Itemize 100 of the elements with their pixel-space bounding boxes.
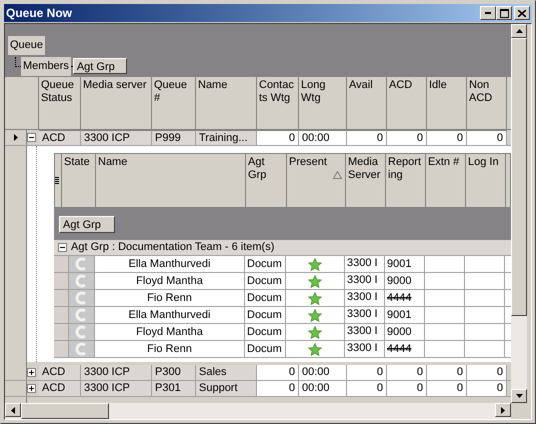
table-cell: 0 [467, 130, 507, 145]
minimize-button[interactable] [480, 6, 496, 20]
scroll-down-button[interactable] [511, 389, 527, 403]
up-arrow-icon [516, 29, 522, 33]
table-cell: 00:00 [299, 365, 347, 380]
close-button[interactable] [514, 6, 530, 20]
table-cell: 4444 [385, 290, 425, 306]
current-row-icon [14, 134, 18, 141]
column-header[interactable]: Queue Status [39, 77, 81, 129]
table-cell: 9001 [385, 256, 425, 272]
drag-handle-icon[interactable] [55, 177, 59, 184]
table-cell: 0 [387, 381, 427, 396]
table-cell: 3300 I [345, 324, 385, 340]
table-cell: 9001 [385, 307, 425, 323]
band-tree-label[interactable]: Members [21, 57, 71, 76]
table-cell: 00:00 [299, 381, 347, 396]
window-title: Queue Now [6, 5, 74, 22]
minimize-icon [485, 12, 491, 14]
table-cell: P301 [152, 381, 196, 396]
column-header[interactable]: Long Wtg [299, 77, 347, 129]
band-button[interactable]: Agt Grp [72, 58, 127, 74]
table-cell: 0 [347, 130, 387, 145]
band-tree-label[interactable]: Queue [8, 36, 46, 54]
table-cell: 0 [347, 381, 387, 396]
column-header[interactable]: State [62, 154, 96, 207]
table-cell: 3300 ICP [81, 365, 152, 380]
table-cell: 0 [257, 130, 299, 145]
agent-state-icon [74, 342, 88, 356]
table-cell: 00:00 [299, 130, 347, 145]
agent-state-icon [74, 257, 88, 271]
table-cell: 0 [467, 381, 507, 396]
agent-state-icon [74, 274, 88, 288]
table-cell: ACD [39, 381, 81, 396]
table-cell: Docum [245, 290, 286, 306]
scroll-right-button[interactable] [495, 403, 511, 417]
table-cell: 3300 I [345, 290, 385, 306]
maximize-button[interactable] [496, 6, 512, 20]
band-button[interactable]: Agt Grp [59, 216, 115, 232]
table-cell: 0 [387, 130, 427, 145]
table-cell: P999 [152, 130, 196, 145]
horizontal-scrollbar[interactable] [5, 403, 511, 419]
column-header[interactable]: Agt Grp [246, 154, 287, 207]
vertical-scrollbar[interactable] [511, 24, 527, 403]
scroll-left-button[interactable] [5, 403, 21, 417]
table-cell: 3300 I [345, 307, 385, 323]
column-header[interactable]: Media Server [346, 154, 386, 207]
table-cell: 0 [387, 365, 427, 380]
expand-icon[interactable] [27, 368, 36, 377]
table-cell: Docum [245, 341, 286, 357]
table-cell: 0 [467, 365, 507, 380]
column-header[interactable]: Idle [427, 77, 467, 129]
table-cell: 0 [427, 381, 467, 396]
table-cell: 0 [257, 381, 299, 396]
column-header[interactable]: ACD [387, 77, 427, 129]
table-cell: Docum [245, 307, 286, 323]
agent-state-icon [74, 308, 88, 322]
table-cell: P300 [152, 365, 196, 380]
table-cell: 0 [257, 365, 299, 380]
column-header[interactable]: Present [287, 154, 346, 207]
column-header[interactable]: Name [96, 154, 246, 207]
table-cell: 0 [347, 365, 387, 380]
table-cell: 3300 I [345, 273, 385, 289]
column-header[interactable]: Non ACD [467, 77, 507, 129]
scrollbar-thumb[interactable] [21, 403, 109, 419]
column-header[interactable]: Queue # [152, 77, 196, 129]
column-header[interactable]: Extn # [426, 154, 466, 207]
table-cell: ACD [39, 130, 81, 145]
table-cell: 3300 I [345, 256, 385, 272]
table-cell: 9000 [385, 324, 425, 340]
table-cell: Support [196, 381, 257, 396]
expand-icon[interactable] [27, 384, 36, 393]
down-arrow-icon [516, 394, 522, 398]
scrollbar-thumb[interactable] [511, 38, 527, 316]
table-cell: 3300 I [345, 341, 385, 357]
collapse-icon[interactable] [58, 243, 67, 252]
table-cell: Docum [245, 324, 286, 340]
left-arrow-icon [11, 406, 15, 414]
column-header[interactable]: Avail [347, 77, 387, 129]
table-cell: 3300 ICP [81, 381, 152, 396]
collapse-icon[interactable] [27, 133, 36, 142]
column-header[interactable]: Reporting [386, 154, 426, 207]
close-icon [518, 10, 526, 16]
agent-state-icon [74, 325, 88, 339]
table-cell: ACD [39, 365, 81, 380]
table-cell: Sales [196, 365, 257, 380]
table-cell: Docum [245, 256, 286, 272]
table-cell: 3300 ICP [81, 130, 152, 145]
table-cell: 0 [427, 365, 467, 380]
agent-state-icon [74, 291, 88, 305]
scroll-up-button[interactable] [511, 24, 527, 38]
table-cell: 0 [427, 130, 467, 145]
column-header[interactable]: Contacts Wtg [257, 77, 299, 129]
column-header[interactable]: Media server [81, 77, 152, 129]
table-cell: 9000 [385, 273, 425, 289]
column-header[interactable]: Log In [466, 154, 506, 207]
maximize-icon [500, 8, 508, 18]
column-header[interactable]: Name [196, 77, 257, 129]
right-arrow-icon [501, 406, 505, 414]
table-cell: 4444 [385, 341, 425, 357]
table-cell: Docum [245, 273, 286, 289]
